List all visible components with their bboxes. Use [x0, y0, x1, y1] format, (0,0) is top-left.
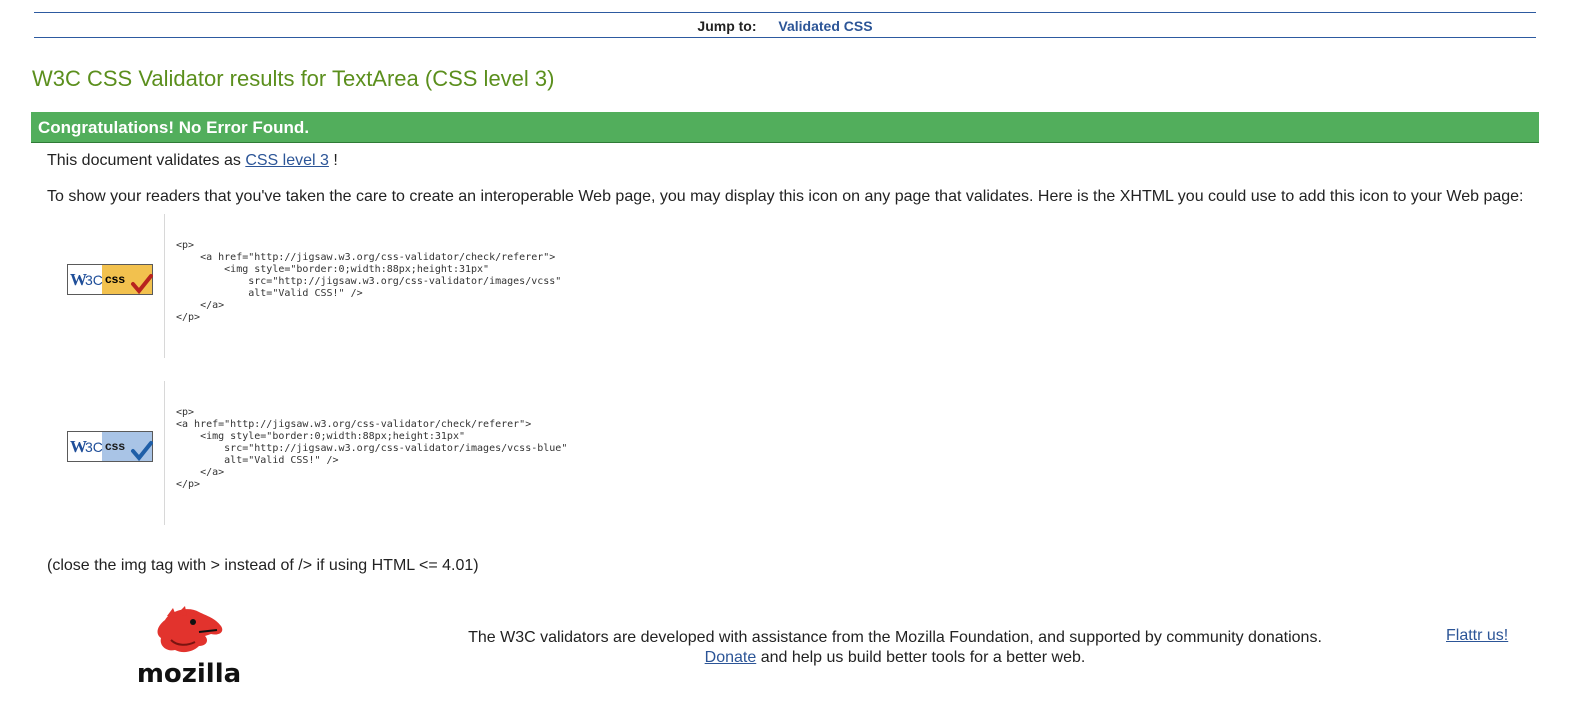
jump-to-bar: Jump to: Validated CSS [34, 12, 1536, 38]
badge-cell: W 3C css [47, 381, 165, 525]
validates-suffix: ! [333, 152, 338, 169]
validates-line: This document validates as CSS level 3 ! [47, 152, 338, 170]
badge-code-blue: <p> <a href="http://jigsaw.w3.org/css-va… [176, 407, 568, 490]
badge-cell: W 3C css [47, 214, 165, 358]
valid-css-gold-badge-icon: W 3C css [67, 264, 153, 295]
svg-text:css: css [105, 439, 125, 453]
svg-text:3C: 3C [85, 272, 103, 288]
badge-row-gold: W 3C css <p> <a href="http://jigsaw.w3.o… [47, 214, 747, 358]
jump-to-label: Jump to: [697, 18, 757, 34]
badge-code-gold: <p> <a href="http://jigsaw.w3.org/css-va… [176, 240, 562, 323]
footer-text: The W3C validators are developed with as… [370, 628, 1420, 668]
footer-line-2-text: and help us build better tools for a bet… [760, 649, 1086, 666]
validated-css-link[interactable]: Validated CSS [778, 18, 872, 34]
mozilla-logo-icon: mozilla [137, 606, 241, 688]
svg-text:3C: 3C [85, 439, 103, 455]
close-img-note: (close the img tag with > instead of /> … [47, 557, 479, 574]
page-title: W3C CSS Validator results for TextArea (… [32, 66, 555, 91]
congratulations-text: Congratulations! No Error Found. [38, 118, 310, 137]
badge-row-blue: W 3C css <p> <a href="http://jigsaw.w3.o… [47, 381, 747, 525]
footer-line-1: The W3C validators are developed with as… [468, 629, 1322, 646]
css-level-3-link[interactable]: CSS level 3 [245, 152, 329, 169]
svg-text:css: css [105, 272, 125, 286]
flattr-link[interactable]: Flattr us! [1446, 627, 1508, 645]
valid-css-blue-badge-icon: W 3C css [67, 431, 153, 462]
validates-prefix: This document validates as [47, 152, 241, 169]
donate-link[interactable]: Donate [705, 649, 757, 666]
mozilla-wordmark: mozilla [137, 659, 241, 688]
footer-line-2: Donate and help us build better tools fo… [370, 648, 1420, 668]
congratulations-banner: Congratulations! No Error Found. [31, 112, 1539, 143]
badge-info-text: To show your readers that you've taken t… [47, 188, 1524, 205]
